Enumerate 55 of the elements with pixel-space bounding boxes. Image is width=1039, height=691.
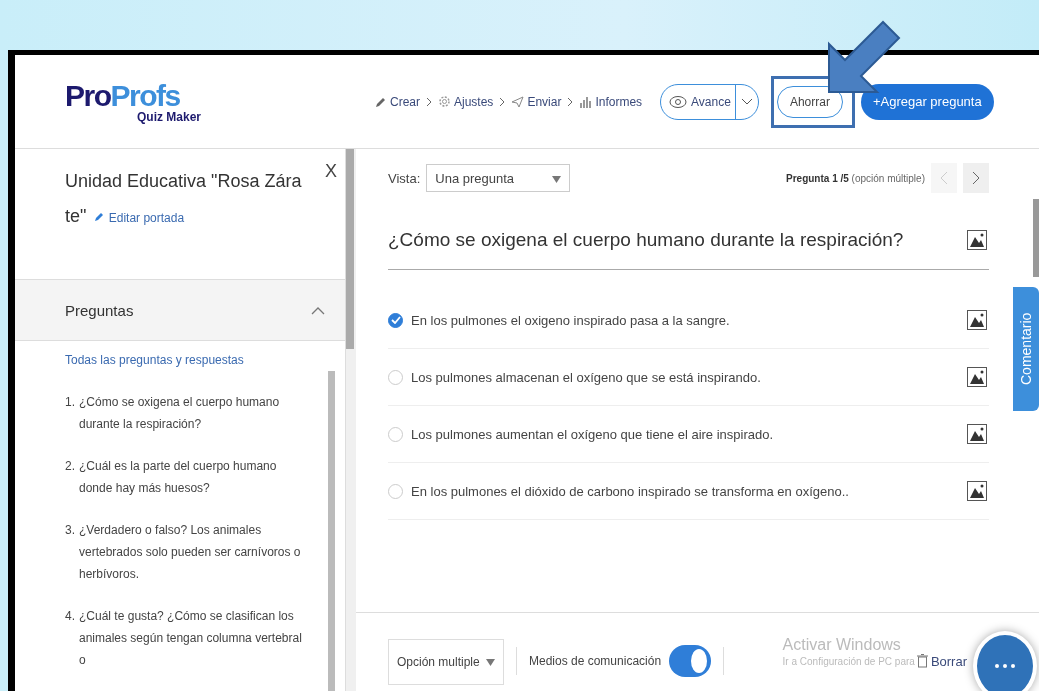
step-link[interactable]: Informes	[579, 94, 643, 109]
eye-icon	[669, 94, 688, 109]
chevron-icon	[567, 96, 574, 107]
question-item[interactable]: 3. ¿Verdadero o falso? Los animales vertebrados solo pueden ser carnívoros o herbívoros.	[65, 519, 305, 585]
scrollbar[interactable]	[328, 371, 335, 691]
chevron-right-icon	[972, 171, 980, 185]
question-text: ¿Cómo se oxigena el cuerpo humano durante la respiración?	[388, 229, 904, 251]
dropdown-arrow-icon	[486, 659, 495, 666]
toggle-switch[interactable]	[669, 645, 712, 677]
chevron-left-icon	[940, 171, 948, 185]
step-link[interactable]: Ajustes	[438, 94, 494, 109]
question-item[interactable]: 1. ¿Cómo se oxigena el cuerpo humano durante la respiración?	[65, 391, 305, 435]
image-icon[interactable]	[967, 230, 987, 250]
image-icon[interactable]	[967, 367, 987, 387]
step-link[interactable]: Enviar	[511, 94, 562, 109]
question-type-dropdown[interactable]: Opción multiple	[388, 639, 504, 685]
image-icon[interactable]	[967, 481, 987, 501]
answer-option: Los pulmones aumentan el oxígeno que tiene el aire inspirado.	[411, 426, 959, 442]
logo: ProProfs Quiz Maker	[65, 80, 203, 123]
pencil-icon	[375, 95, 387, 108]
paper-plane-icon	[511, 95, 525, 108]
image-icon[interactable]	[967, 310, 987, 330]
chevron-icon	[426, 96, 432, 107]
answer-option: Los pulmones almacenan el oxígeno que se está inspirando.	[411, 369, 959, 385]
scrollbar[interactable]	[346, 149, 354, 349]
answer-option: En los pulmones el dióxido de carbono inspirado se transforma en oxígeno..	[411, 483, 959, 499]
edit-cover-link[interactable]: Editar portada	[94, 211, 185, 225]
view-dropdown[interactable]: Una pregunta	[426, 164, 571, 192]
image-icon[interactable]	[967, 424, 987, 444]
dropdown-arrow-icon	[552, 175, 562, 183]
all-questions-link[interactable]: Todas las preguntas y respuestas	[65, 353, 305, 367]
close-button[interactable]: X	[325, 161, 337, 182]
delete-button[interactable]: Borrar	[916, 653, 967, 669]
activation-text: Ir a Configuración de PC para	[782, 655, 915, 667]
view-label: Vista:	[388, 170, 421, 186]
question-counter: Pregunta 1 /5 (opción múltiple)	[786, 172, 925, 184]
radio-button[interactable]	[388, 312, 403, 328]
question-item[interactable]: 2. ¿Cuál es la parte del cuerpo humano donde hay más huesos?	[65, 455, 305, 499]
gear-icon	[438, 95, 451, 108]
chevron-icon	[499, 96, 506, 107]
answer-option: En los pulmones el oxigeno inspirado pasa a la sangre.	[411, 312, 959, 328]
media-label: Medios de comunicación	[529, 654, 662, 668]
section-header[interactable]: Preguntas	[15, 279, 345, 341]
add-question-button[interactable]: +Agregar pregunta	[860, 83, 994, 120]
pencil-icon	[94, 211, 106, 222]
step-link[interactable]: Crear	[375, 94, 420, 109]
question-item[interactable]: 4. ¿Cuál te gusta? ¿Cómo se clasifican los animales según tengan columna vertebral o	[65, 605, 305, 671]
trash-icon	[916, 654, 928, 668]
caret-icon	[740, 97, 753, 106]
quiz-title: Unidad Educativa "Rosa Zára	[65, 171, 303, 192]
bar-chart-icon	[579, 95, 593, 108]
quiz-title: te"	[65, 206, 87, 227]
activation-title: Activar Windows	[782, 635, 902, 654]
scrollbar[interactable]	[1033, 199, 1039, 277]
save-button[interactable]: Ahorrar	[776, 85, 843, 118]
